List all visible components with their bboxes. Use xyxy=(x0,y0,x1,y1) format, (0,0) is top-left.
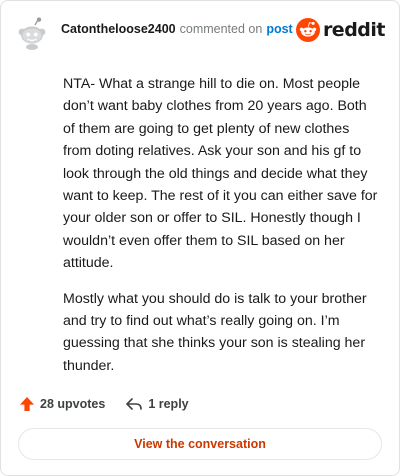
reply-arrow-icon xyxy=(125,396,143,412)
comment-embed-card: Catontheloose2400 commented on post redd… xyxy=(0,0,400,476)
comment-meta: Catontheloose2400 commented on post xyxy=(61,22,293,36)
reply-count: 1 reply xyxy=(148,397,189,411)
post-link[interactable]: post xyxy=(266,22,292,36)
reddit-brand[interactable]: reddit xyxy=(295,18,386,42)
comment-paragraph: Mostly what you should do is talk to you… xyxy=(63,290,367,374)
upvote-count: 28 upvotes xyxy=(40,397,106,411)
reply-button[interactable]: 1 reply xyxy=(125,396,189,412)
action-text: commented on xyxy=(179,22,263,36)
comment-actions: 28 upvotes 1 reply xyxy=(19,393,189,415)
view-conversation-button[interactable]: View the conversation xyxy=(18,428,382,460)
comment-body: NTA- What a strange hill to die on. Most… xyxy=(63,73,381,390)
upvote-button[interactable]: 28 upvotes xyxy=(19,396,105,412)
reddit-wordmark: reddit xyxy=(322,19,386,41)
snoo-avatar-icon[interactable] xyxy=(15,16,49,50)
comment-paragraph: NTA- What a strange hill to die on. Most… xyxy=(63,76,378,272)
upvote-arrow-icon xyxy=(19,396,35,412)
reddit-logo-icon xyxy=(295,18,320,42)
comment-header: Catontheloose2400 commented on post redd… xyxy=(15,15,386,51)
username-link[interactable]: Catontheloose2400 xyxy=(61,22,176,36)
